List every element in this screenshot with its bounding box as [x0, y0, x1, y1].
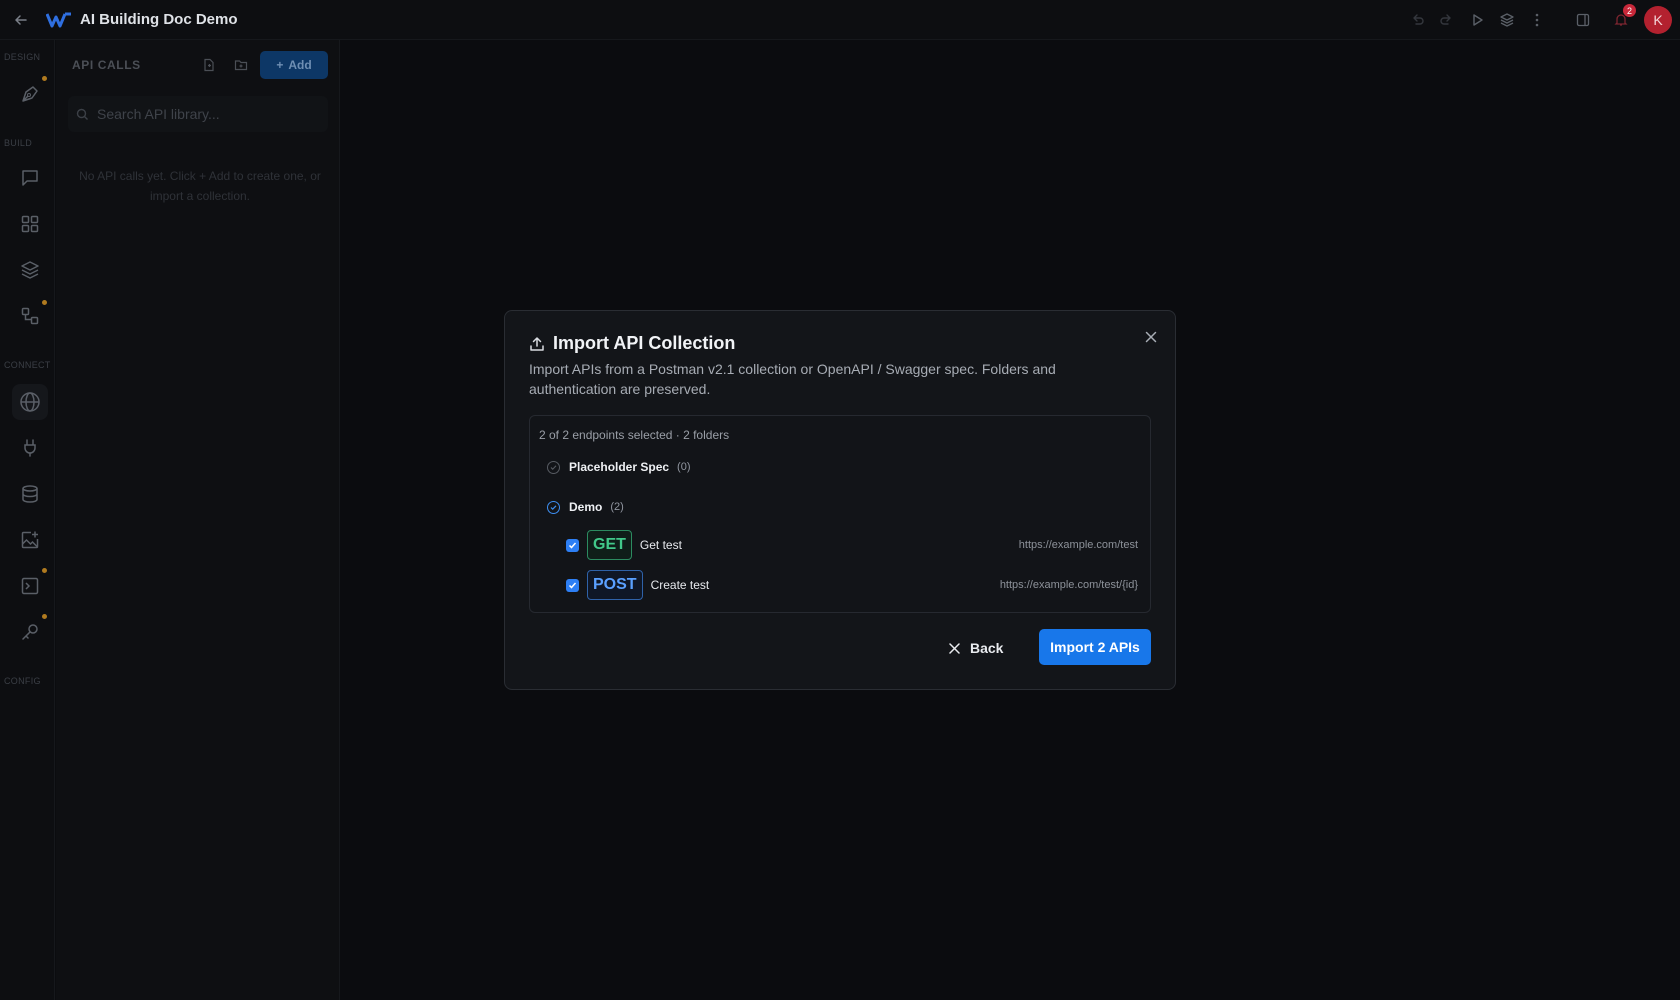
selection-summary: 2 of 2 endpoints selected · 2 folders	[539, 428, 730, 442]
rail-section-build: BUILD	[4, 138, 33, 148]
search-input[interactable]	[97, 106, 317, 122]
folder-count: (2)	[610, 501, 624, 513]
notifications-bell-icon[interactable]: 2	[1610, 4, 1636, 31]
endpoint-checkbox[interactable]	[566, 578, 579, 592]
globe-icon[interactable]	[12, 384, 48, 420]
close-x-icon	[949, 642, 960, 654]
workflow-icon[interactable]	[16, 302, 44, 330]
app-title: AI Building Doc Demo	[80, 11, 238, 28]
endpoint-name: Create test	[650, 578, 710, 592]
endpoint-name: Get test	[639, 538, 682, 552]
undo-icon[interactable]	[1406, 9, 1428, 31]
close-icon[interactable]	[1141, 327, 1161, 347]
new-folder-icon[interactable]	[230, 54, 252, 76]
folder-unchecked-icon[interactable]	[547, 460, 560, 474]
method-badge-post: POST	[587, 570, 643, 600]
chat-icon[interactable]	[16, 164, 44, 192]
back-label: Back	[970, 640, 1004, 656]
new-file-icon[interactable]	[198, 54, 220, 76]
method-badge-get: GET	[587, 530, 632, 560]
redo-icon[interactable]	[1436, 9, 1458, 31]
add-label: Add	[288, 58, 312, 72]
folder-name: Placeholder Spec	[569, 460, 670, 474]
notification-badge: 2	[1623, 4, 1636, 17]
grid-icon[interactable]	[16, 210, 44, 238]
plus-icon: +	[276, 58, 284, 72]
dialog-title: Import API Collection	[553, 333, 736, 353]
folder-checked-icon[interactable]	[547, 500, 560, 514]
endpoint-url: https://example.com/test	[1018, 539, 1138, 551]
database-icon[interactable]	[16, 480, 44, 508]
import-button[interactable]: Import 2 APIs	[1039, 629, 1151, 665]
endpoint-row[interactable]: GET Get test https://example.com/test	[566, 530, 1138, 560]
folder-count: (0)	[677, 461, 691, 473]
plug-icon[interactable]	[16, 434, 44, 462]
rail-section-design: DESIGN	[4, 52, 41, 62]
back-arrow-icon[interactable]	[10, 9, 32, 31]
more-vertical-icon[interactable]	[1526, 9, 1548, 31]
add-api-button[interactable]: + Add	[260, 51, 328, 79]
rail-section-config: CONFIG	[4, 676, 41, 686]
api-calls-panel: API CALLS + Add No API calls yet. Click …	[56, 40, 340, 1000]
dialog-description: Import APIs from a Postman v2.1 collecti…	[529, 361, 1056, 397]
empty-state-text: No API calls yet. Click + Add to create …	[79, 169, 321, 203]
upload-icon	[529, 336, 545, 352]
terminal-icon[interactable]	[16, 572, 44, 600]
layers-icon[interactable]	[1496, 9, 1518, 31]
key-icon[interactable]	[16, 618, 44, 646]
pen-tool-icon[interactable]	[16, 80, 44, 108]
search-box[interactable]	[68, 96, 328, 132]
rail-section-connect: CONNECT	[4, 360, 51, 370]
endpoint-row[interactable]: POST Create test https://example.com/tes…	[566, 570, 1138, 600]
top-bar: AI Building Doc Demo 2 K	[0, 0, 1680, 40]
image-plus-icon[interactable]	[16, 526, 44, 554]
endpoint-selection-box: 2 of 2 endpoints selected · 2 folders Pl…	[529, 415, 1151, 613]
folder-name: Demo	[569, 500, 603, 514]
folder-row[interactable]: Placeholder Spec (0)	[547, 460, 691, 474]
dialog-header: Import API Collection	[529, 333, 735, 354]
app-logo	[45, 11, 72, 29]
import-api-collection-dialog: Import API Collection Import APIs from a…	[504, 310, 1176, 690]
left-nav-rail: DESIGN BUILD CONNECT CONFIG	[0, 40, 55, 1000]
user-avatar[interactable]: K	[1644, 6, 1672, 34]
back-button[interactable]: Back	[949, 631, 1003, 665]
search-icon	[76, 108, 89, 121]
indicator-dot	[42, 300, 47, 305]
endpoint-url: https://example.com/test/{id}	[999, 579, 1138, 591]
layers-stack-icon[interactable]	[16, 256, 44, 284]
panel-title: API CALLS	[72, 58, 141, 72]
indicator-dot	[42, 76, 47, 81]
play-icon[interactable]	[1466, 9, 1488, 31]
app-window: AI Building Doc Demo 2 K DESIGN BUILD CO…	[0, 0, 1680, 1000]
panel-toggle-icon[interactable]	[1572, 9, 1594, 31]
endpoint-checkbox[interactable]	[566, 538, 579, 552]
folder-row[interactable]: Demo (2)	[547, 500, 624, 514]
